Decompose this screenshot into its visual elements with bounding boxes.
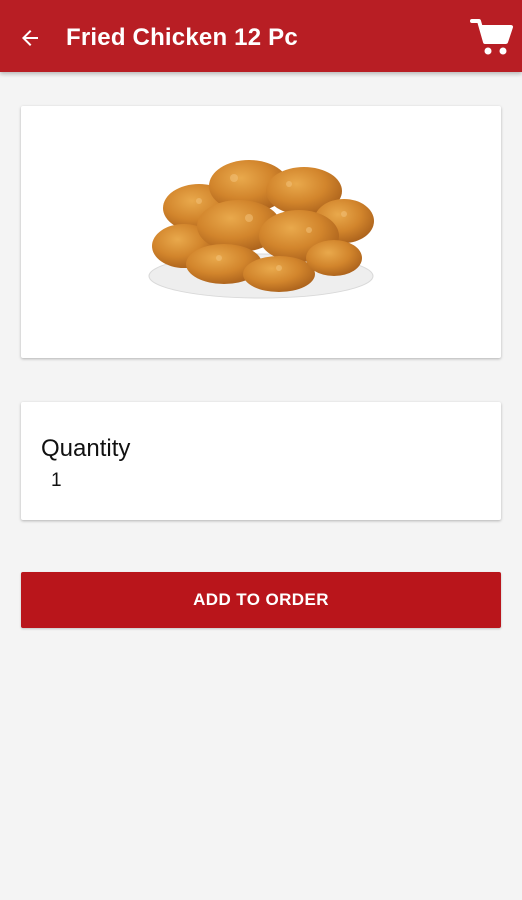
back-button[interactable]: [14, 22, 46, 54]
add-to-order-button[interactable]: ADD TO ORDER: [21, 572, 501, 628]
quantity-value[interactable]: 1: [51, 468, 62, 494]
product-image-card: [21, 106, 501, 358]
cart-button[interactable]: [468, 14, 516, 60]
shopping-cart-icon: [470, 19, 513, 55]
quantity-label: Quantity: [41, 435, 131, 462]
app-bar: Fried Chicken 12 Pc: [0, 0, 522, 72]
fried-chicken-image: [148, 160, 374, 299]
page-title: Fried Chicken 12 Pc: [66, 24, 298, 51]
arrow-left-icon: [22, 30, 38, 46]
quantity-card: Quantity 1: [21, 402, 501, 520]
